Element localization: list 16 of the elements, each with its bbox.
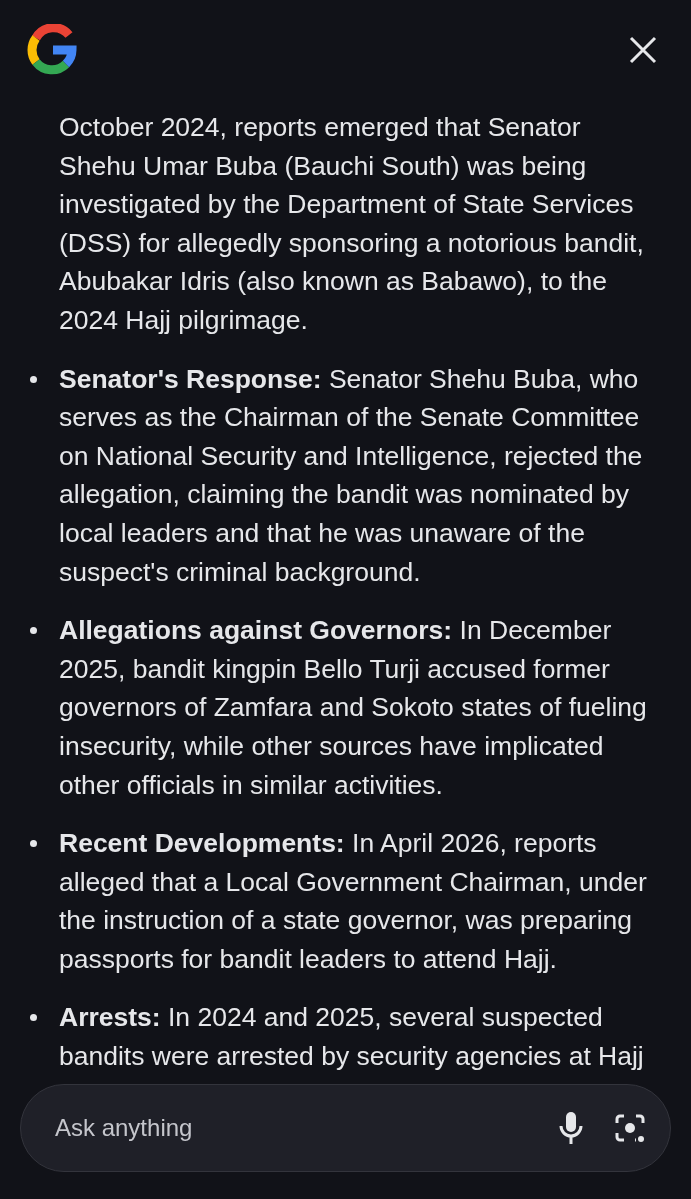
microphone-button[interactable] [558, 1111, 584, 1145]
google-logo-icon [26, 24, 78, 76]
paragraph: October 2024, reports emerged that Senator Shehu Umar Buba (Bauchi South) was being investigated by the Department of State Services (DSS) for allegedly sponsoring a notorious bandit, Abubakar Idris (also known as Babawo), to the 2024 Hajj pilgrimage. [59, 111, 645, 337]
bullet-dot [30, 1014, 37, 1022]
bullet-dot [30, 627, 37, 635]
bullet-text: Arrests: In 2024 and 2025, several suspected bandits were arrested by security agencies at Hajj [59, 1001, 645, 1074]
bullet-text: Recent Developments: In April 2026, reports alleged that a Local Government Chairman, under the instruction of a state governor, was preparing passports for bandit leaders to attend Hajj. [59, 827, 648, 976]
bullet-text: Senator's Response: Senator Shehu Buba, who serves as the Chairman of the Senate Committee on National Security and Intelligence, rejected the allegation, claiming the bandit was nominated by local leaders and that he was unaware of the suspect's criminal background. [59, 362, 644, 589]
camera-search-button[interactable] [614, 1112, 646, 1144]
bullet-dot [30, 375, 37, 383]
camera-icon [614, 1112, 646, 1144]
bullet-dot [30, 840, 37, 848]
bullet-text: Allegations against Governors: In December 2025, bandit kingpin Bello Turji accused former governors of Zamfara and Sokoto states of fueling insecurity, while other sources have implicated other officials in similar activities. [59, 614, 648, 802]
search-field[interactable]: Ask anything [53, 1113, 528, 1143]
close-icon [629, 36, 657, 64]
microphone-icon [558, 1111, 584, 1145]
